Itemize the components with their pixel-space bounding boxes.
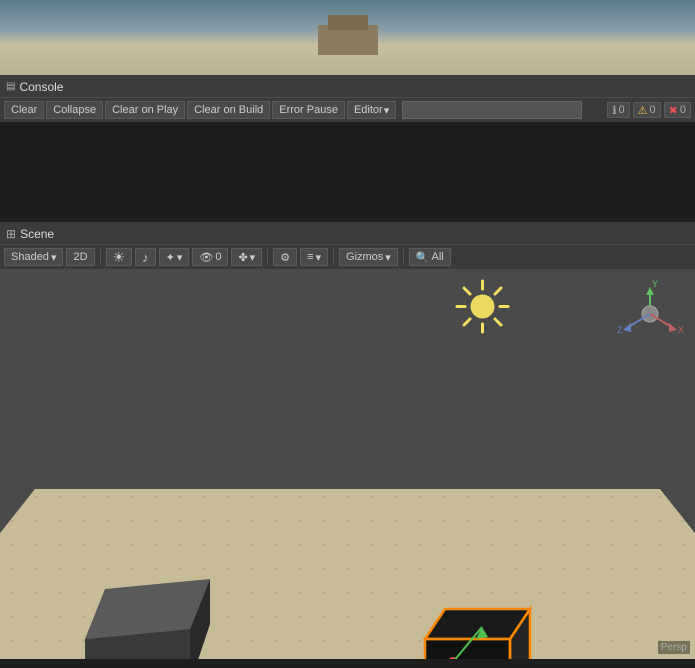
console-icon: ▤ [6, 81, 15, 92]
clear-on-build-button[interactable]: Clear on Build [187, 101, 270, 119]
error-icon: ✖ [669, 104, 678, 117]
collapse-button[interactable]: Collapse [46, 101, 103, 119]
info-count: 0 [619, 104, 625, 116]
error-pause-button[interactable]: Error Pause [272, 101, 345, 119]
error-count: 0 [680, 104, 686, 116]
scene-panel: ⊞ Scene Shaded ▾ 2D ☀ ♪ ✦ ▾ 👁 0 ✤ ▾ ⚙ ≡ … [0, 223, 695, 659]
warning-count: 0 [650, 104, 656, 116]
axis-gizmo: Y X Z [615, 279, 685, 349]
scene-view[interactable]: Y X Z Persp [0, 269, 695, 659]
console-search-input[interactable] [402, 101, 582, 119]
scene-titlebar: ⊞ Scene [0, 223, 695, 245]
scene-toolbar: Shaded ▾ 2D ☀ ♪ ✦ ▾ 👁 0 ✤ ▾ ⚙ ≡ ▾ Gizmos [0, 245, 695, 269]
toolbar-separator-2 [267, 249, 268, 265]
lighting-button[interactable]: ☀ [106, 248, 133, 266]
gizmos-button[interactable]: Gizmos ▾ [339, 248, 398, 266]
y-axis-label: Y [652, 279, 658, 289]
2d-button[interactable]: 2D [66, 248, 94, 266]
console-title: Console [19, 80, 63, 94]
console-content [0, 122, 695, 222]
console-toolbar: Clear Collapse Clear on Play Clear on Bu… [0, 98, 695, 122]
info-icon: ℹ [612, 104, 616, 117]
info-counter: ℹ 0 [607, 102, 629, 118]
perspective-label: Persp [658, 641, 690, 654]
error-counter: ✖ 0 [664, 102, 691, 118]
x-axis-label: X [678, 325, 684, 335]
editor-button[interactable]: Editor ▾ [347, 101, 396, 119]
scene-title: Scene [20, 227, 54, 241]
clear-on-play-button[interactable]: Clear on Play [105, 101, 185, 119]
layers-button[interactable]: ≡ ▾ [300, 248, 328, 266]
scene-icon: ⊞ [6, 227, 16, 241]
tools-button[interactable]: ⚙ [273, 248, 297, 266]
toolbar-separator-1 [100, 249, 101, 265]
clear-button[interactable]: Clear [4, 101, 44, 119]
effects-button[interactable]: ✦ ▾ [159, 248, 190, 266]
hidden-objects-button[interactable]: 👁 0 [192, 248, 228, 266]
z-axis-label: Z [617, 325, 623, 335]
shaded-dropdown-button[interactable]: Shaded ▾ [4, 248, 63, 266]
particle-button[interactable]: ✤ ▾ [231, 248, 262, 266]
console-panel: ▤ Console Clear Collapse Clear on Play C… [0, 75, 695, 223]
console-counters: ℹ 0 ⚠ 0 ✖ 0 [607, 102, 691, 118]
sun-icon [455, 279, 510, 346]
console-titlebar: ▤ Console [0, 76, 695, 98]
toolbar-separator-3 [333, 249, 334, 265]
warning-icon: ⚠ [638, 104, 648, 117]
audio-button[interactable]: ♪ [135, 248, 156, 266]
game-view-panel [0, 0, 695, 75]
scene-svg [0, 269, 695, 659]
game-view-canvas [0, 0, 695, 75]
game-building [318, 25, 378, 55]
warning-counter: ⚠ 0 [633, 102, 661, 118]
search-scene-button[interactable]: 🔍 All [409, 248, 451, 266]
toolbar-separator-4 [403, 249, 404, 265]
